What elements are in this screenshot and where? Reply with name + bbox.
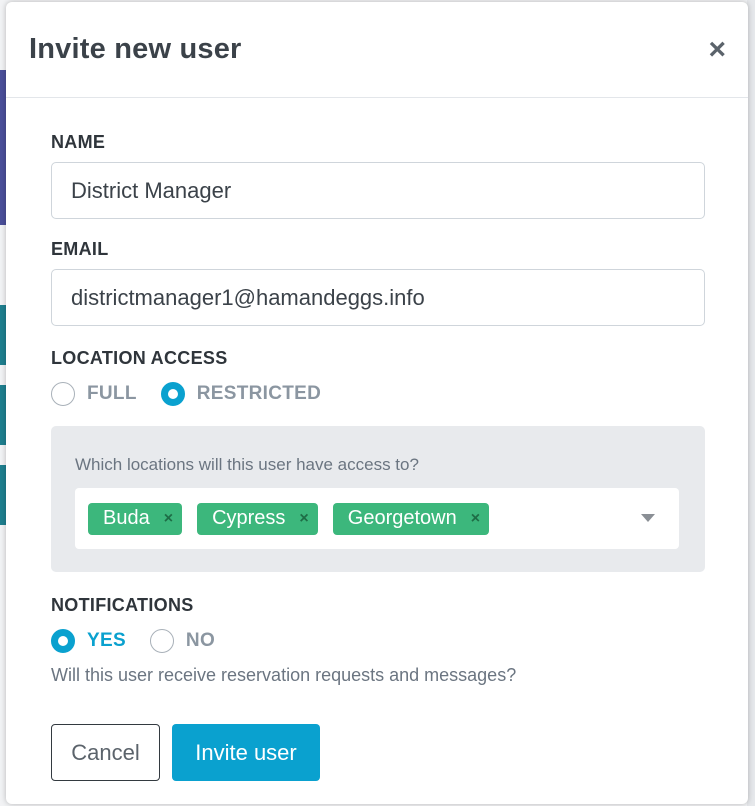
notifications-radio-group: YES NO	[51, 629, 705, 653]
remove-tag-icon[interactable]: ×	[471, 510, 480, 528]
location-access-restricted-option[interactable]: RESTRICTED	[160, 382, 322, 406]
locations-multiselect[interactable]: Buda × Cypress × Georgetown ×	[75, 488, 679, 549]
chevron-down-icon[interactable]	[641, 514, 655, 522]
location-tag: Cypress ×	[197, 502, 318, 535]
modal-title: Invite new user	[29, 33, 242, 65]
radio-restricted-label: RESTRICTED	[196, 383, 322, 404]
email-input[interactable]	[51, 269, 705, 326]
modal-header: Invite new user ×	[6, 2, 748, 98]
backdrop-strip	[747, 0, 755, 806]
radio-no-label: NO	[185, 630, 216, 651]
email-label: EMAIL	[51, 239, 109, 259]
remove-tag-icon[interactable]: ×	[164, 510, 173, 528]
close-icon[interactable]: ×	[708, 34, 726, 65]
locations-panel: Which locations will this user have acce…	[51, 426, 705, 572]
location-access-full-option[interactable]: FULL	[51, 382, 137, 406]
cancel-button[interactable]: Cancel	[51, 724, 160, 781]
name-input[interactable]	[51, 162, 705, 219]
radio-yes[interactable]	[51, 629, 75, 653]
modal-actions: Cancel Invite user	[51, 724, 705, 781]
notifications-helper-text: Will this user receive reservation reque…	[51, 665, 517, 685]
notifications-yes-option[interactable]: YES	[51, 629, 126, 653]
radio-full[interactable]	[51, 382, 75, 406]
locations-question: Which locations will this user have acce…	[75, 455, 419, 474]
notifications-no-option[interactable]: NO	[149, 629, 216, 653]
location-tag-label: Buda	[103, 507, 150, 529]
remove-tag-icon[interactable]: ×	[299, 510, 308, 528]
modal-body: NAME EMAIL LOCATION ACCESS FULL RESTRICT…	[6, 98, 748, 781]
location-access-label: LOCATION ACCESS	[51, 348, 228, 368]
location-tag-label: Georgetown	[347, 507, 457, 529]
invite-user-modal: Invite new user × NAME EMAIL LOCATION AC…	[6, 2, 748, 804]
location-tag: Georgetown ×	[332, 502, 490, 535]
name-label: NAME	[51, 132, 106, 152]
notifications-label: NOTIFICATIONS	[51, 595, 194, 615]
location-access-radio-group: FULL RESTRICTED	[51, 382, 705, 406]
radio-no[interactable]	[149, 629, 174, 653]
radio-full-label: FULL	[87, 383, 137, 404]
radio-restricted[interactable]	[160, 382, 185, 406]
location-tag-label: Cypress	[212, 507, 286, 529]
invite-user-button[interactable]: Invite user	[172, 724, 320, 781]
location-tag: Buda ×	[88, 502, 183, 535]
radio-yes-label: YES	[87, 630, 126, 651]
